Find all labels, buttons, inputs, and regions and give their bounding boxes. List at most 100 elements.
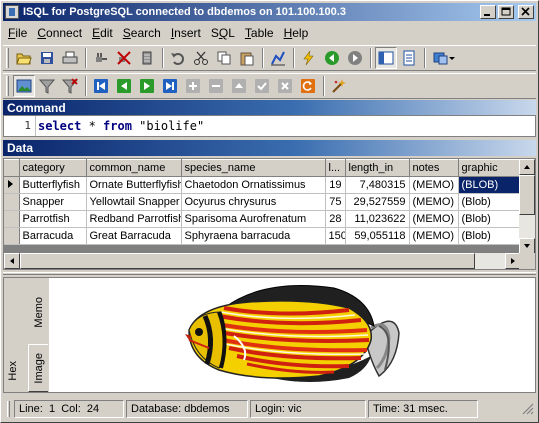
row-indicator[interactable] (4, 210, 20, 228)
grid-horizontal-scrollbar[interactable] (4, 253, 521, 269)
cell[interactable]: Great Barracuda (86, 227, 182, 245)
insert-record-button[interactable] (182, 75, 204, 97)
layout-split-button[interactable] (375, 47, 397, 69)
connect-button[interactable] (90, 47, 112, 69)
cell[interactable]: (MEMO) (409, 193, 459, 211)
first-record-button[interactable] (90, 75, 112, 97)
toolbar-grip[interactable] (6, 48, 9, 68)
scroll-thumb[interactable] (519, 175, 535, 215)
paste-button[interactable] (236, 47, 258, 69)
previous-query-button[interactable] (321, 47, 343, 69)
data-grid[interactable]: category common_name species_name l... l… (3, 158, 536, 270)
current-row-indicator[interactable] (4, 176, 20, 194)
menu-connect[interactable]: Connect (32, 26, 87, 40)
document-button[interactable] (398, 47, 420, 69)
cell[interactable]: 59,055118 (345, 227, 410, 245)
table-row[interactable]: Barracuda Great Barracuda Sphyraena barr… (4, 227, 522, 245)
menu-sql[interactable]: SQL (206, 26, 240, 40)
cell[interactable]: Butterflyfish (19, 176, 87, 194)
column-header[interactable]: common_name (86, 159, 182, 177)
cell[interactable]: Parrotfish (19, 210, 87, 228)
menu-file[interactable]: File (3, 26, 32, 40)
minimize-button[interactable] (480, 5, 496, 19)
filter-button[interactable] (36, 75, 58, 97)
menu-table[interactable]: Table (240, 26, 279, 40)
cell[interactable]: Redband Parrotfish (86, 210, 182, 228)
next-query-button[interactable] (344, 47, 366, 69)
clear-filter-button[interactable] (59, 75, 81, 97)
toolbar-grip[interactable] (6, 76, 9, 96)
cell[interactable]: (MEMO) (409, 176, 459, 194)
export-dropdown-button[interactable] (429, 47, 459, 69)
table-row[interactable]: Butterflyfish Ornate Butterflyfish Chaet… (4, 176, 522, 194)
cell[interactable]: Ocyurus chrysurus (181, 193, 326, 211)
cell[interactable]: 19 (325, 176, 346, 194)
column-header[interactable]: notes (409, 159, 459, 177)
cell[interactable]: (Blob) (458, 193, 522, 211)
cell[interactable]: (Blob) (458, 210, 522, 228)
cell[interactable]: 28 (325, 210, 346, 228)
row-indicator[interactable] (4, 227, 20, 245)
tools-button[interactable] (328, 75, 350, 97)
database-button[interactable] (136, 47, 158, 69)
cell[interactable]: Sparisoma Aurofrenatum (181, 210, 326, 228)
edit-record-button[interactable] (228, 75, 250, 97)
cut-button[interactable] (190, 47, 212, 69)
menu-help[interactable]: Help (279, 26, 314, 40)
cell[interactable]: Ornate Butterflyfish (86, 176, 182, 194)
print-button[interactable] (59, 47, 81, 69)
maximize-button[interactable] (498, 5, 514, 19)
disconnect-button[interactable] (113, 47, 135, 69)
column-header[interactable]: graphic (458, 159, 522, 177)
save-button[interactable] (36, 47, 58, 69)
cell[interactable]: Barracuda (19, 227, 87, 245)
menu-edit[interactable]: Edit (87, 26, 118, 40)
post-record-button[interactable] (251, 75, 273, 97)
cell[interactable]: (MEMO) (409, 227, 459, 245)
tab-hex[interactable]: Hex (4, 350, 22, 392)
cell[interactable]: Yellowtail Snapper (86, 193, 182, 211)
table-row[interactable]: Parrotfish Redband Parrotfish Sparisoma … (4, 210, 522, 228)
execute-button[interactable] (298, 47, 320, 69)
column-header[interactable]: species_name (181, 159, 326, 177)
cancel-record-button[interactable] (274, 75, 296, 97)
table-row[interactable]: Snapper Yellowtail Snapper Ocyurus chrys… (4, 193, 522, 211)
scroll-down-button[interactable] (519, 238, 535, 254)
selected-cell[interactable]: (BLOB) (458, 176, 522, 194)
undo-button[interactable] (167, 47, 189, 69)
sql-text[interactable]: select * from "biolife" (36, 116, 204, 136)
cell[interactable]: 11,023622 (345, 210, 410, 228)
last-record-button[interactable] (159, 75, 181, 97)
delete-record-button[interactable] (205, 75, 227, 97)
refresh-button[interactable] (297, 75, 319, 97)
scroll-up-button[interactable] (519, 159, 535, 175)
cell[interactable]: (Blob) (458, 227, 522, 245)
column-header[interactable]: length_in (345, 159, 410, 177)
open-button[interactable] (13, 47, 35, 69)
splitter[interactable] (3, 272, 536, 275)
show-image-button[interactable] (13, 75, 35, 97)
sql-editor[interactable]: 1 select * from "biolife" (3, 115, 536, 137)
scroll-left-button[interactable] (4, 253, 20, 269)
cell[interactable]: 75 (325, 193, 346, 211)
cell[interactable]: 150 (325, 227, 346, 245)
prior-record-button[interactable] (113, 75, 135, 97)
cell[interactable]: Chaetodon Ornatissimus (181, 176, 326, 194)
close-button[interactable] (518, 5, 534, 19)
next-record-button[interactable] (136, 75, 158, 97)
resize-grip-icon[interactable] (522, 403, 534, 415)
title-bar[interactable]: ISQL for PostgreSQL connected to dbdemos… (3, 3, 536, 21)
cell[interactable]: Sphyraena barracuda (181, 227, 326, 245)
cell[interactable]: 7,480315 (345, 176, 410, 194)
scroll-thumb[interactable] (20, 253, 475, 269)
copy-button[interactable] (213, 47, 235, 69)
app-icon[interactable] (5, 5, 19, 19)
grid-vertical-scrollbar[interactable] (519, 159, 535, 254)
cell[interactable]: Snapper (19, 193, 87, 211)
menu-search[interactable]: Search (118, 26, 166, 40)
cell[interactable]: (MEMO) (409, 210, 459, 228)
cell[interactable]: 29,527559 (345, 193, 410, 211)
query-plan-button[interactable] (267, 47, 289, 69)
tab-memo[interactable]: Memo (30, 282, 48, 342)
column-header[interactable]: category (19, 159, 87, 177)
